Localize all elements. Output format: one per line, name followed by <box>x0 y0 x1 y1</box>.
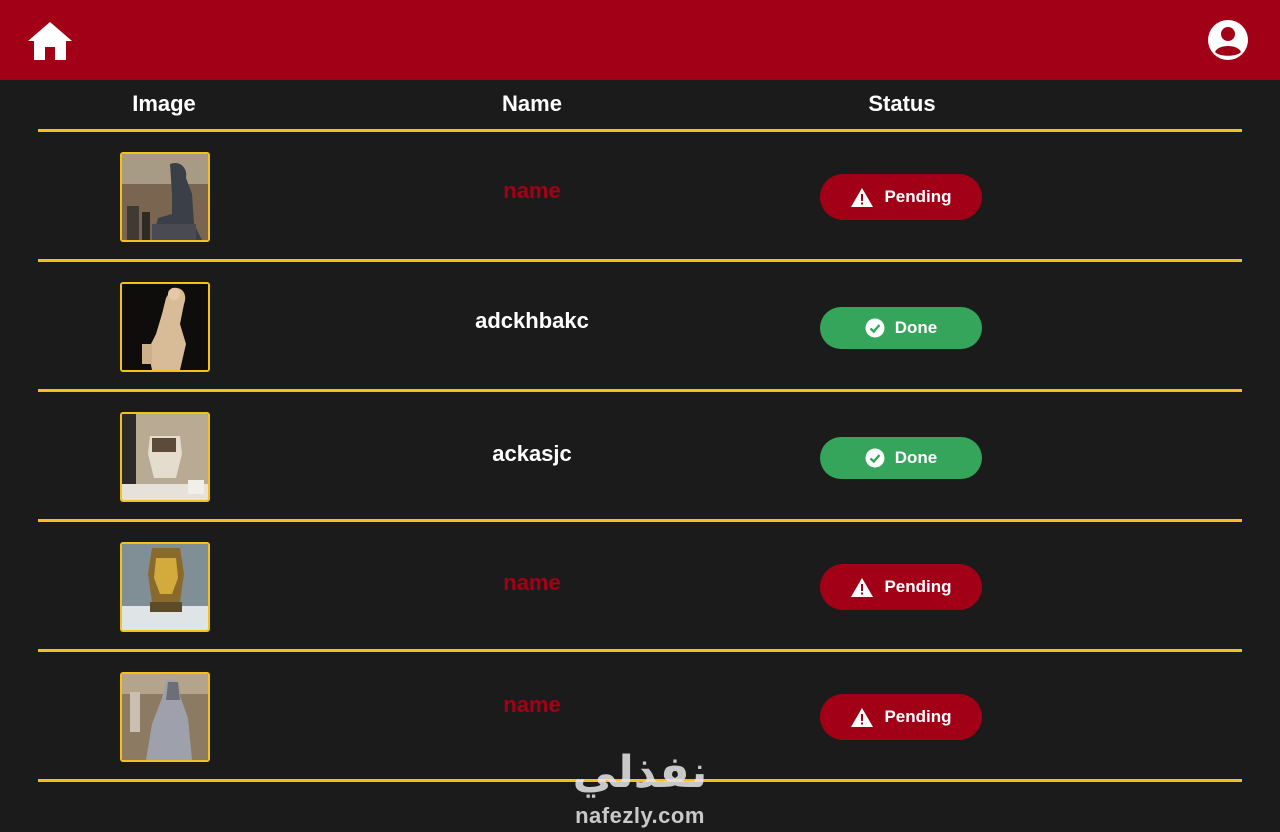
artifact-name: name <box>503 570 561 595</box>
table-row[interactable]: adckhbakc Done <box>0 262 1280 392</box>
seated-statue-image <box>122 154 208 240</box>
home-icon <box>28 22 72 60</box>
artifact-thumbnail[interactable] <box>120 412 210 502</box>
status-label: Pending <box>884 187 952 206</box>
artifact-thumbnail[interactable] <box>120 542 210 632</box>
status-badge-pending[interactable]: Pending <box>820 694 982 740</box>
watermark-arabic: نفذلي <box>572 748 708 797</box>
table-row[interactable]: ackasjc Done <box>0 392 1280 522</box>
status-label: Done <box>894 318 938 337</box>
status-badge-pending[interactable]: Pending <box>820 564 982 610</box>
artifact-name: name <box>503 178 561 203</box>
status-badge-pending[interactable]: Pending <box>820 174 982 220</box>
canopic-jar-image <box>122 414 208 500</box>
status-label: Done <box>894 448 938 467</box>
artifact-name: name <box>503 692 561 717</box>
warning-icon <box>850 707 874 728</box>
profile-button[interactable] <box>1207 19 1249 61</box>
column-header-status: Status <box>868 91 936 116</box>
table-row[interactable]: name Pending <box>0 522 1280 652</box>
check-circle-icon <box>865 318 885 338</box>
account-circle-icon <box>1208 20 1248 60</box>
watermark: نفذلي nafezly.com <box>560 748 720 832</box>
grey-statue-image <box>122 674 208 760</box>
status-badge-done[interactable]: Done <box>820 307 982 349</box>
artifact-thumbnail[interactable] <box>120 152 210 242</box>
artifact-name: adckhbakc <box>475 308 589 333</box>
gold-mask-image <box>122 544 208 630</box>
status-label: Pending <box>884 577 952 596</box>
warning-icon <box>850 187 874 208</box>
home-button[interactable] <box>26 20 74 62</box>
column-header-name: Name <box>502 91 562 116</box>
status-badge-done[interactable]: Done <box>820 437 982 479</box>
table-row[interactable]: name Pending <box>0 132 1280 262</box>
check-circle-icon <box>865 448 885 468</box>
artifact-name: ackasjc <box>492 441 572 466</box>
artifact-thumbnail[interactable] <box>120 672 210 762</box>
top-bar <box>0 0 1280 80</box>
column-header-image: Image <box>132 91 196 116</box>
status-label: Pending <box>884 707 952 726</box>
watermark-latin: nafezly.com <box>575 803 705 828</box>
artifact-thumbnail[interactable] <box>120 282 210 372</box>
kneeling-statue-image <box>122 284 208 370</box>
warning-icon <box>850 577 874 598</box>
